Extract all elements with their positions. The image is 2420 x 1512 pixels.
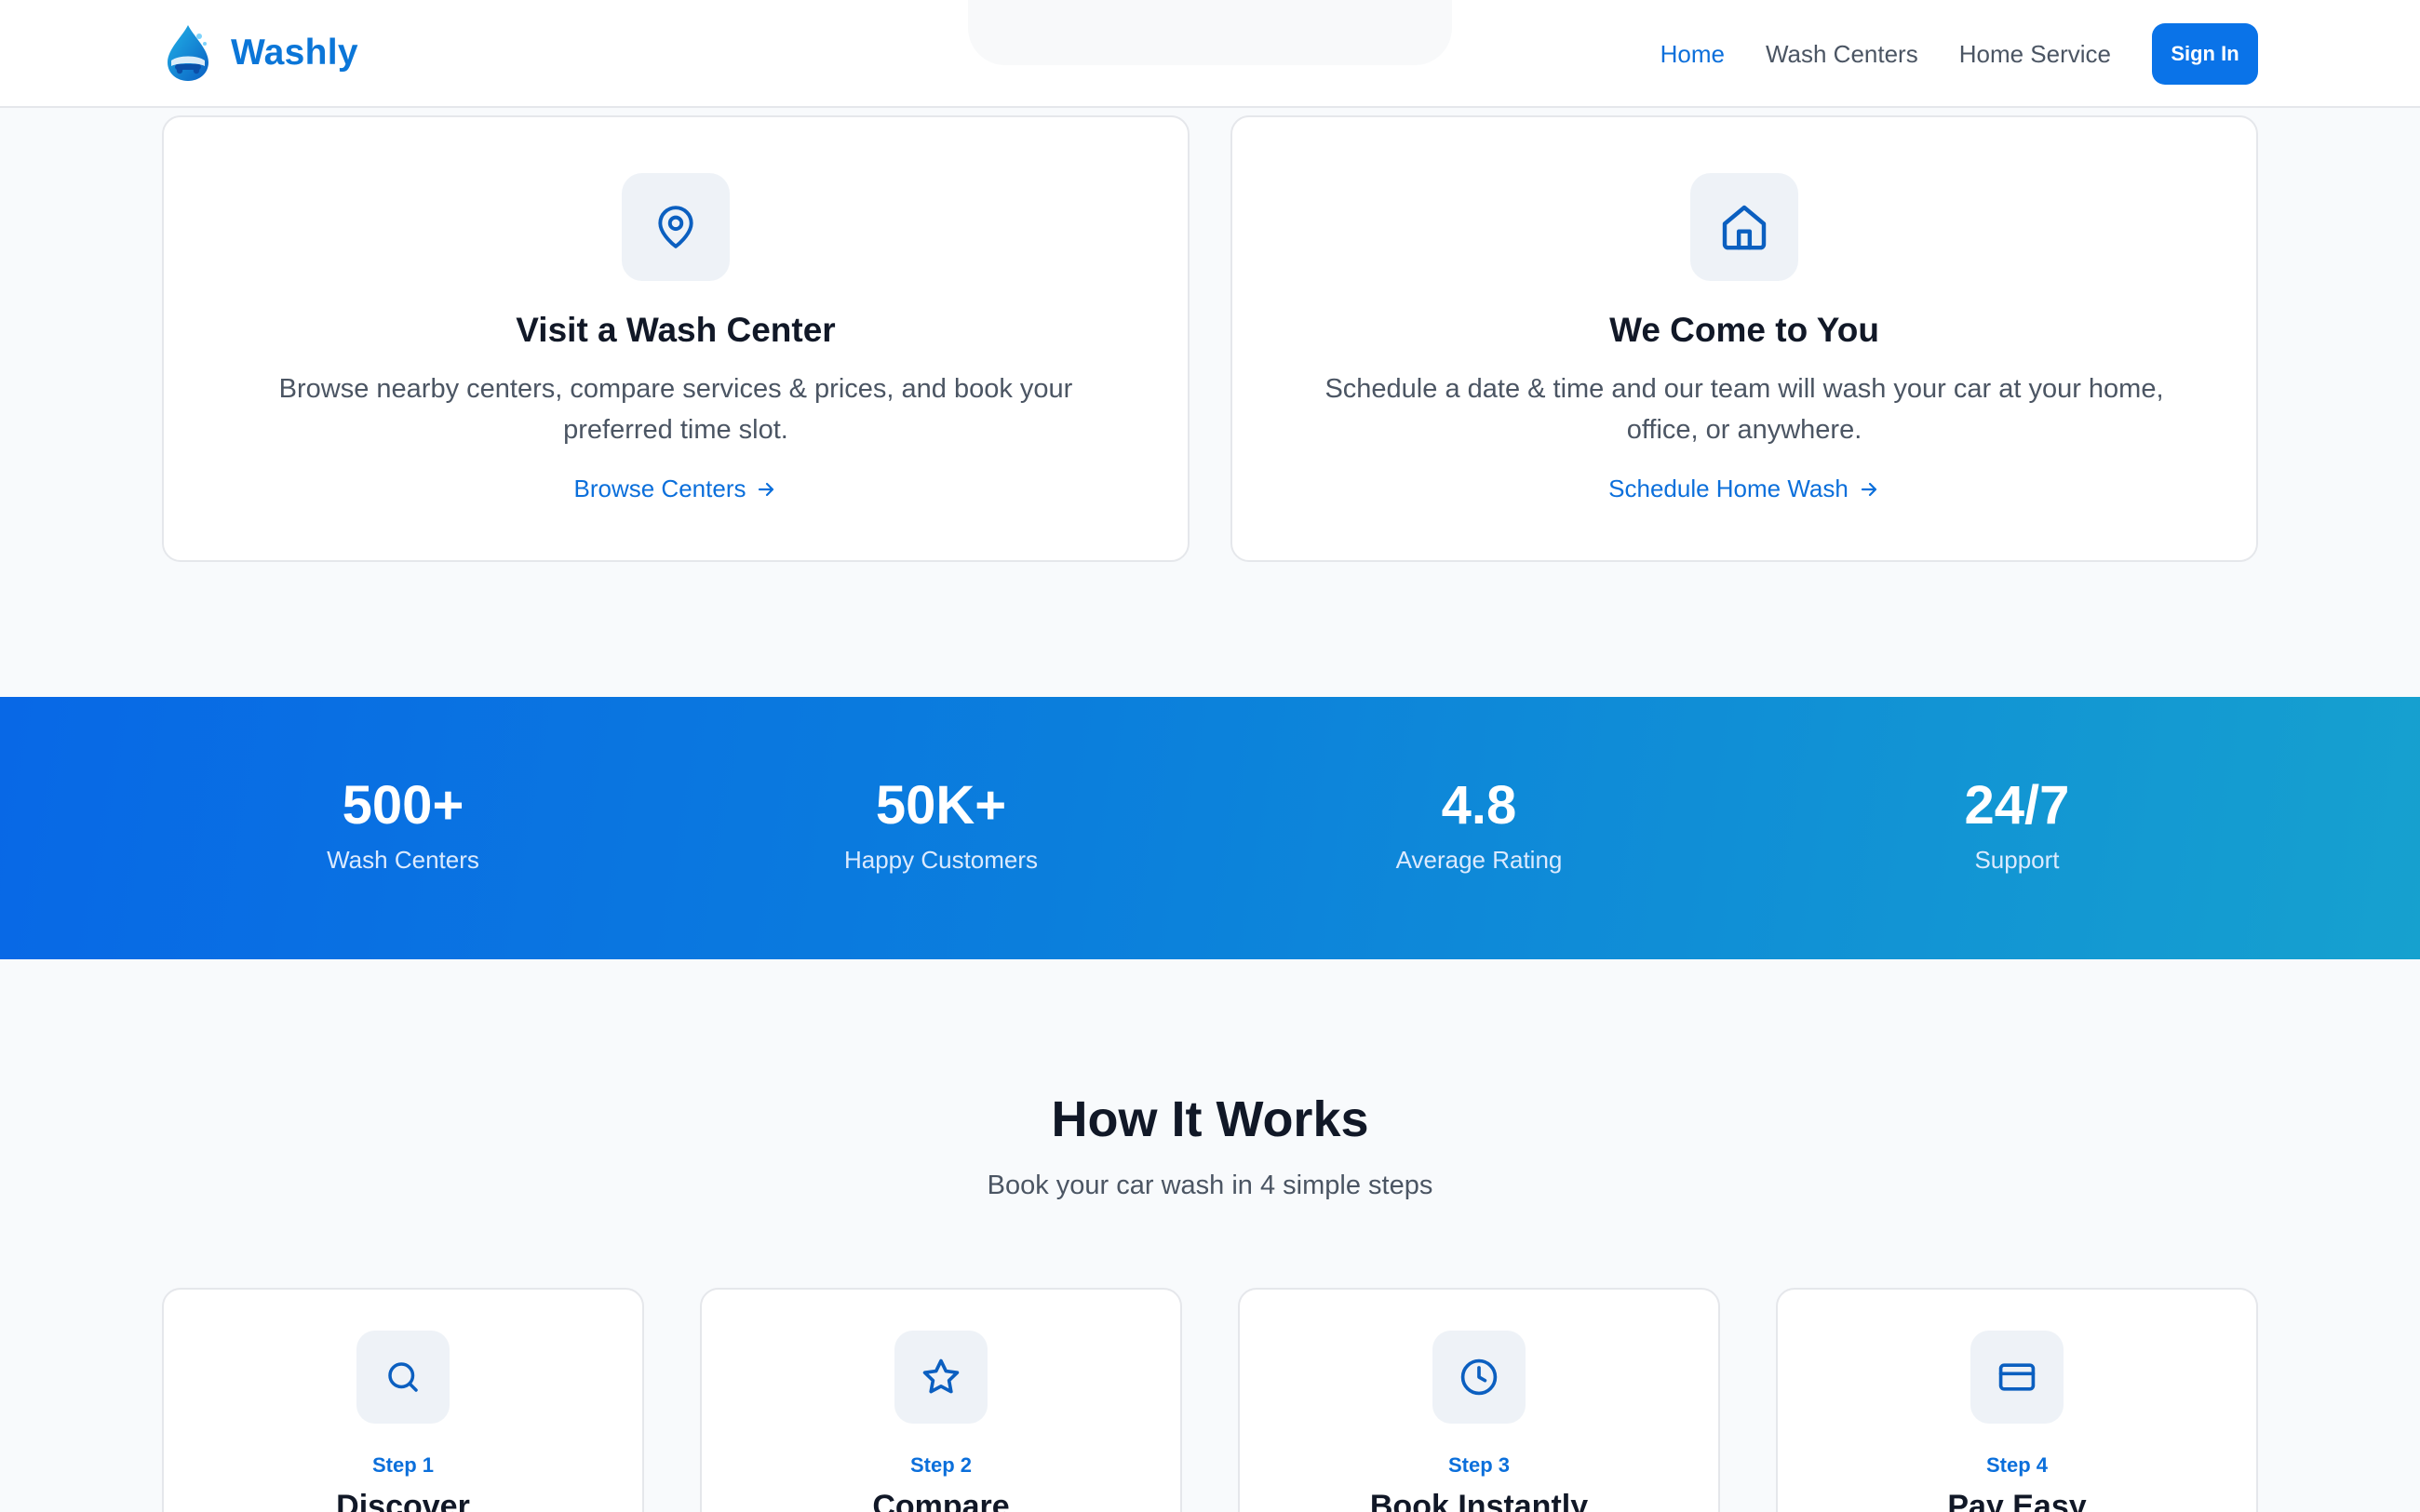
- service-title: Visit a Wash Center: [516, 311, 836, 349]
- service-description: Browse nearby centers, compare services …: [278, 374, 1073, 445]
- nav-home[interactable]: Home: [1660, 40, 1725, 69]
- stats-band: 500+ Wash Centers 50K+ Happy Customers 4…: [0, 697, 2420, 959]
- stat-label: Happy Customers: [843, 846, 1039, 874]
- step-number: Step 2: [909, 1453, 973, 1477]
- map-pin-icon: [658, 206, 693, 248]
- credit-card-icon: [1998, 1363, 2036, 1391]
- main-nav: Home Wash Centers Home Service Sign In: [1660, 23, 2258, 85]
- step-number: Step 1: [371, 1453, 435, 1477]
- step-title: Book Instantly: [1369, 1489, 1589, 1512]
- step-icon-container: [356, 1331, 450, 1424]
- step-card-compare: Step 2 Compare: [700, 1288, 1182, 1512]
- step-icon-container: [894, 1331, 988, 1424]
- search-icon: [388, 1362, 418, 1392]
- how-it-works-subtitle: Book your car wash in 4 simple steps: [987, 1171, 1433, 1200]
- browse-centers-link[interactable]: Browse Centers: [164, 475, 1188, 503]
- home-icon: [1722, 205, 1767, 250]
- star-icon: [922, 1358, 960, 1394]
- brand-logo-link[interactable]: Washly: [162, 22, 358, 84]
- stat-support: 24/7 Support: [1831, 775, 2203, 875]
- step-number: Step 4: [1985, 1453, 2049, 1477]
- stat-label: Wash Centers: [327, 846, 479, 874]
- service-icon-container: [622, 173, 730, 281]
- service-title: We Come to You: [1609, 311, 1879, 349]
- link-label: Schedule Home Wash: [1608, 475, 1849, 502]
- step-card-discover: Step 1 Discover: [162, 1288, 644, 1512]
- stat-label: Support: [1974, 846, 2060, 874]
- service-card-home-service: We Come to You Schedule a date & time an…: [1230, 115, 2258, 562]
- stat-value: 500+: [342, 775, 464, 836]
- nav-home-service[interactable]: Home Service: [1959, 40, 2111, 69]
- brand-name: Washly: [231, 33, 358, 73]
- step-title: Compare: [872, 1489, 1010, 1512]
- stat-label: Average Rating: [1395, 846, 1563, 874]
- nav-wash-centers[interactable]: Wash Centers: [1766, 40, 1918, 69]
- site-header: Washly Home Wash Centers Home Service Si…: [0, 0, 2420, 108]
- stat-value: 24/7: [1964, 775, 2070, 836]
- stat-average-rating: 4.8 Average Rating: [1293, 775, 1665, 875]
- header-background-decoration: [968, 0, 1452, 65]
- stat-value: 4.8: [1441, 775, 1517, 836]
- service-description: Schedule a date & time and our team will…: [1324, 374, 2164, 445]
- service-icon-container: [1690, 173, 1798, 281]
- step-card-pay-easy: Step 4 Pay Easy: [1776, 1288, 2258, 1512]
- step-title: Discover: [336, 1489, 470, 1512]
- step-title: Pay Easy: [1947, 1489, 2087, 1512]
- stat-value: 50K+: [875, 775, 1007, 836]
- water-drop-logo-icon: [168, 25, 208, 81]
- arrow-right-icon: [759, 482, 774, 496]
- sign-in-button[interactable]: Sign In: [2152, 23, 2258, 85]
- link-label: Browse Centers: [573, 475, 746, 502]
- step-icon-container: [1432, 1331, 1526, 1424]
- stat-wash-centers: 500+ Wash Centers: [217, 775, 589, 875]
- step-card-book-instantly: Step 3 Book Instantly: [1238, 1288, 1720, 1512]
- arrow-right-icon: [1861, 482, 1876, 496]
- step-icon-container: [1970, 1331, 2064, 1424]
- step-number: Step 3: [1447, 1453, 1511, 1477]
- schedule-home-wash-link[interactable]: Schedule Home Wash: [1232, 475, 2256, 503]
- how-it-works-title: How It Works: [1051, 1091, 1369, 1147]
- clock-icon: [1460, 1358, 1498, 1396]
- service-card-wash-center: Visit a Wash Center Browse nearby center…: [162, 115, 1190, 562]
- stat-happy-customers: 50K+ Happy Customers: [755, 775, 1127, 875]
